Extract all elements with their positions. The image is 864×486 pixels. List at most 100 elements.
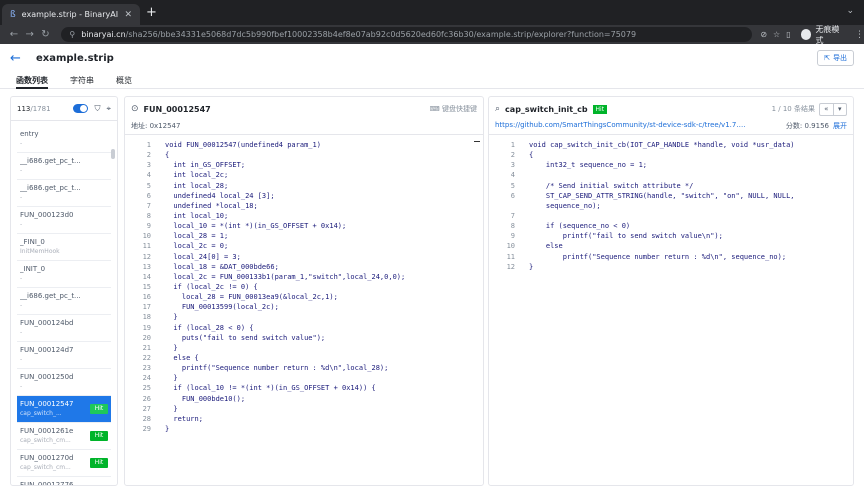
tab-function-list[interactable]: 函数列表 [16,75,48,86]
active-tab-indicator [16,87,48,89]
line-number: 29 [142,424,151,433]
code-line: 4 int local_2c; [125,170,483,180]
code-text: local_2c = 0; [165,242,229,251]
incognito-avatar-icon [800,29,812,40]
export-button[interactable]: ⇱ 导出 [817,50,854,66]
match-source-row: https://github.com/SmartThingsCommunity/… [489,121,853,135]
code-text: { [529,151,534,160]
function-list-item[interactable]: entry - [17,126,111,153]
code-line: 5 int local_28; [125,181,483,191]
code-line: 27 } [125,404,483,414]
code-line: 15 if (local_2c != 0) { [125,282,483,292]
function-list: entry - __i686.get_pc_t... - __i686.get_pc_t… [17,126,111,486]
result-dropdown-icon[interactable]: ▾ [832,103,847,115]
line-number: 5 [510,181,515,190]
function-list-item[interactable]: _FINI_0 InitMemHook [17,234,111,261]
code-text: } [165,424,170,433]
list-scrollbar[interactable] [111,149,115,159]
previous-result-icon[interactable]: « [820,104,833,115]
match-panel: ⌕ cap_switch_init_cb Hit 1 / 10 条结果 « ▾ … [488,96,854,486]
bookmark-star-icon[interactable]: ☆ [773,30,780,39]
line-number: 27 [142,404,151,413]
profile-label: 无痕模式 [815,24,840,45]
function-match-name: InitMemHook [20,248,60,255]
function-list-item[interactable]: _INIT_0 - [17,261,111,288]
code-line: 8 if (sequence_no < 0) [489,221,853,231]
function-match-name: - [20,194,23,201]
tab-search-icon[interactable]: ⌄ [846,6,854,16]
locate-icon[interactable]: ⌖ [106,104,111,114]
function-list-item[interactable]: FUN_0001270d cap_switch_cm... Hit [17,450,111,477]
keyboard-shortcuts-button[interactable]: ⌨ 键盘快捷键 [430,104,477,114]
function-list-item[interactable]: FUN_0001250d - [17,369,111,396]
code-minimap[interactable] [474,141,480,142]
site-info-icon[interactable]: ⚲ [69,30,75,39]
back-arrow-icon[interactable]: ← [6,29,22,40]
code-text: FUN_00013599(local_2c); [165,303,279,312]
function-list-item[interactable]: FUN_00012776 [17,477,111,486]
back-icon[interactable]: ← [10,51,21,66]
function-list-item[interactable]: FUN_00012547 cap_switch_... Hit [17,396,111,423]
export-label: 导出 [833,54,847,62]
expand-link[interactable]: 展开 [833,121,847,134]
match-result-count: 1 / 10 条结果 [771,105,815,113]
hit-badge: Hit [90,404,108,414]
function-list-item[interactable]: __i686.get_pc_t... - [17,180,111,207]
decompiled-code[interactable]: 1 void FUN_00012547(undefined4 param_1) 2{… [125,140,483,434]
code-line: 11 local_2c = 0; [125,241,483,251]
function-name: __i686.get_pc_t... [20,184,81,192]
line-number: 3 [146,161,151,170]
function-list-item[interactable]: FUN_000123d0 - [17,207,111,234]
browser-tab[interactable]: ß example.strip - BinaryAI ✕ [2,4,140,25]
function-name: FUN_000124bd [20,319,74,327]
function-list-item[interactable]: FUN_000124bd - [17,315,111,342]
function-match-name: - [20,329,23,336]
filter-icon[interactable]: ⛉ [94,104,100,114]
code-text: printf("Sequence number return : %d\n", … [529,252,787,261]
incognito-profile[interactable]: 无痕模式 [800,24,847,46]
function-list-item[interactable]: __i686.get_pc_t... - [17,153,111,180]
eye-off-icon[interactable]: ⊘ [760,30,767,39]
line-number: 6 [510,191,515,200]
tab-overview[interactable]: 概览 [116,75,132,86]
new-tab-icon[interactable]: + [146,6,157,19]
line-number: 1 [510,141,515,149]
code-line: 8 int local_10; [125,211,483,221]
decompiled-code-panel: ⊙ FUN_00012547 ⌨ 键盘快捷键 地址: 0x12547 1 void… [124,96,484,486]
match-search-icon: ⌕ [495,104,501,114]
forward-arrow-icon[interactable]: → [22,29,38,40]
match-source-url[interactable]: https://github.com/SmartThingsCommunity/… [495,121,750,134]
browser-menu-icon[interactable]: ⋮ [855,30,864,40]
function-name: _INIT_0 [20,265,46,273]
line-number: 7 [146,201,151,210]
matched-source-code[interactable]: 1 void cap_switch_init_cb(IOT_CAP_HANDLE … [489,140,853,272]
line-number: 11 [506,252,515,261]
side-panel-icon[interactable]: ▯ [786,30,790,39]
decompiled-header: ⊙ FUN_00012547 ⌨ 键盘快捷键 [125,97,483,121]
reload-icon[interactable]: ↻ [38,29,54,40]
hit-filter-toggle[interactable] [73,104,89,113]
line-number: 10 [506,242,515,251]
address-bar[interactable]: ⚲ binaryai.cn/sha256/bbe34331e5068d7dc5b… [61,27,753,42]
function-list-item[interactable]: FUN_000124d7 - [17,342,111,369]
close-tab-icon[interactable]: ✕ [124,10,132,20]
code-text: local_18 = &DAT_000bde66; [165,262,279,271]
function-name: FUN_00012776 [20,481,74,486]
code-line: 17 FUN_00013599(local_2c); [125,302,483,312]
code-text: int local_2c; [165,171,229,180]
code-line: 29} [125,424,483,434]
code-text: } [165,313,178,322]
function-match-name: - [20,383,23,390]
code-text: undefined4 local_24 [3]; [165,191,275,200]
code-line: 2{ [125,150,483,160]
function-match-name: - [20,302,23,309]
tab-strings[interactable]: 字符串 [70,75,94,86]
code-line: 7 [489,211,853,221]
function-list-item[interactable]: FUN_0001261e cap_switch_cm... Hit [17,423,111,450]
line-number: 9 [146,222,151,231]
code-line: 13 local_18 = &DAT_000bde66; [125,262,483,272]
function-list-item[interactable]: __i686.get_pc_t... - [17,288,111,315]
code-line: 10 else [489,241,853,251]
line-number: 11 [142,242,151,251]
code-line: 6 ST_CAP_SEND_ATTR_STRING(handle, "switc… [489,191,853,201]
